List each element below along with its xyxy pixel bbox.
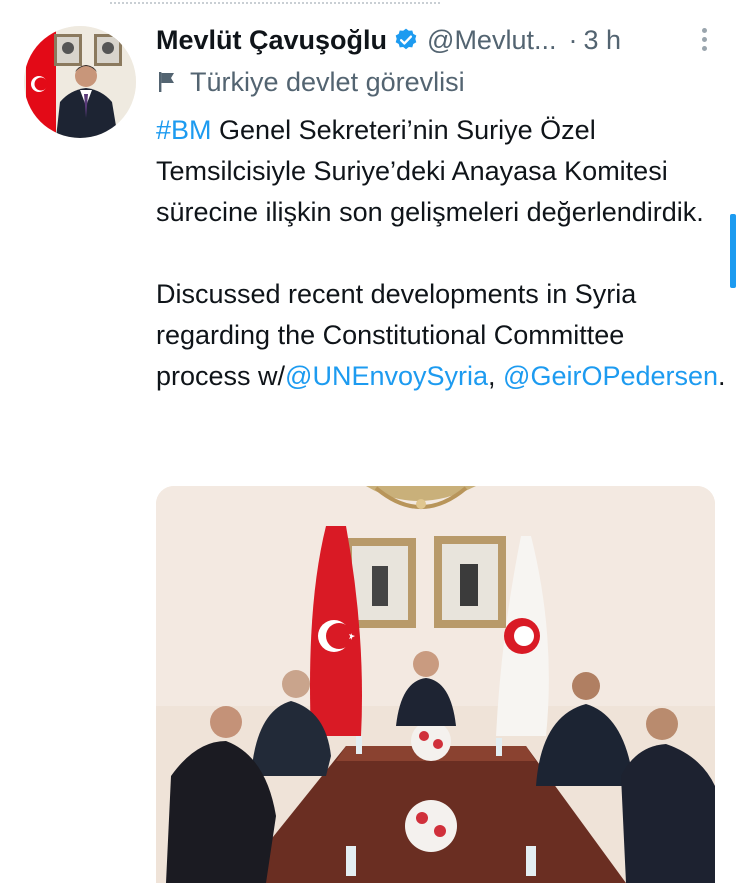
tweet-text: #BM Genel Sekreteri’nin Suriye Özel Tems… xyxy=(156,110,726,397)
author-handle[interactable]: @Mevlut... xyxy=(427,25,556,56)
label-text: Türkiye devlet görevlisi xyxy=(190,66,465,97)
period: . xyxy=(718,361,726,391)
more-options-icon[interactable] xyxy=(692,24,716,54)
avatar[interactable] xyxy=(24,26,136,138)
tweet-photo[interactable] xyxy=(156,486,715,883)
hashtag-link[interactable]: #BM xyxy=(156,115,212,145)
scrollbar[interactable] xyxy=(730,214,736,288)
tweet-timestamp[interactable]: 3 h xyxy=(583,25,621,56)
tweet[interactable]: Mevlüt Çavuşoğlu @Mevlut... · 3 h Türkiy… xyxy=(156,18,726,397)
tweet-text-english: Discussed recent developments in Syria r… xyxy=(156,274,726,397)
comma: , xyxy=(488,361,496,391)
author-name[interactable]: Mevlüt Çavuşoğlu xyxy=(156,25,387,56)
turkish-text: Genel Sekreteri’nin Suriye Özel Temsilci… xyxy=(156,115,704,227)
mention-link-unenvoysyria[interactable]: @UNEnvoySyria xyxy=(285,361,488,391)
tweet-text-turkish: #BM Genel Sekreteri’nin Suriye Özel Tems… xyxy=(156,110,726,233)
verified-badge-icon xyxy=(393,27,419,53)
government-label[interactable]: Türkiye devlet görevlisi xyxy=(156,62,716,102)
previous-tweet-edge xyxy=(0,0,740,6)
flag-icon xyxy=(159,72,174,92)
separator-dot: · xyxy=(568,24,578,55)
mention-link-geiropedersen[interactable]: @GeirOPedersen xyxy=(503,361,718,391)
tweet-header: Mevlüt Çavuşoğlu @Mevlut... · 3 h xyxy=(156,18,716,62)
